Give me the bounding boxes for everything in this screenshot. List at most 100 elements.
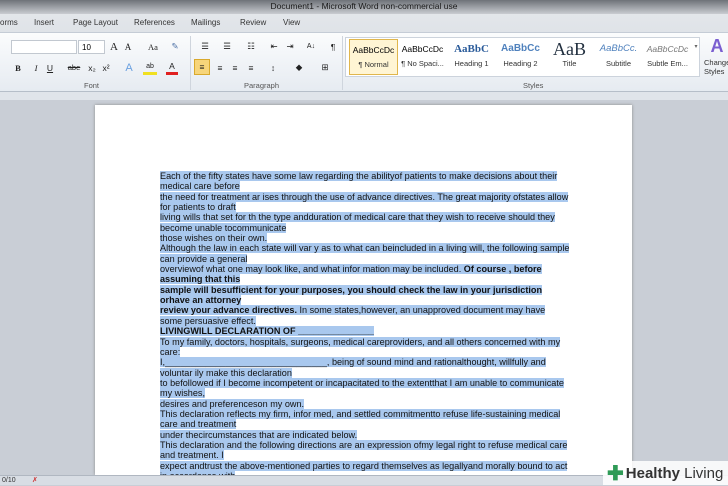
document-line[interactable]: become unable tocommunicate [160,222,580,233]
change-case-button[interactable]: Aa [144,39,162,54]
style-no-spacing[interactable]: AaBbCcDc ¶ No Spaci... [398,39,447,75]
tab-page-layout[interactable]: Page Layout [73,14,118,27]
grow-font-button[interactable]: A [108,39,120,54]
style-heading-1[interactable]: AaBbC Heading 1 [447,39,496,75]
text-run: some persuasive effect. [160,315,256,326]
document-line[interactable]: medical care before [160,181,580,192]
document-line[interactable]: This declaration and the following direc… [160,439,580,450]
document-line[interactable]: can provide a general [160,253,580,264]
text-run: sample will besufficient for your purpos… [160,284,543,295]
multilevel-list-icon[interactable]: ☷ [244,39,258,54]
document-line[interactable]: overviewof what one may look like, and w… [160,264,580,275]
document-line[interactable]: and treatment. I [160,450,580,461]
document-line[interactable]: under thecircumstances that are indicate… [160,429,580,440]
document-line[interactable]: the need for treatment ar ises through t… [160,191,580,202]
document-line[interactable]: Although the law in each state will var … [160,243,580,254]
text-run: LIVINGWILL DECLARATION OF ______________… [160,326,374,337]
text-run: Each of the fifty states have some law r… [160,171,558,181]
style-title[interactable]: AaB Title [545,39,594,75]
font-size-combo[interactable]: 10 [78,40,105,54]
numbering-icon[interactable]: ☰ [220,39,234,54]
text-run: those wishes on their own. [160,233,268,244]
tab-forms[interactable]: orms [0,14,18,27]
tab-view[interactable]: View [283,14,300,27]
superscript-button[interactable]: x² [100,60,112,75]
style-heading-2[interactable]: AaBbCc Heading 2 [496,39,545,75]
text-effects-button[interactable]: A [122,60,136,75]
show-marks-button[interactable]: ¶ [327,39,339,54]
text-run: Of course , before [463,264,542,275]
tab-insert[interactable]: Insert [34,14,54,27]
align-center-icon[interactable]: ≡ [213,60,227,75]
text-run: review your advance directives. [160,305,297,316]
text-run: desires and preferenceson my own. [160,398,305,409]
document-line[interactable]: my wishes, [160,388,580,399]
text-run: under thecircumstances that are indicate… [160,429,358,440]
text-run: In some states,however, an unapproved do… [296,305,546,316]
font-name-combo[interactable] [11,40,77,54]
sort-button[interactable]: A↓ [305,39,317,54]
underline-button[interactable]: U [44,60,56,75]
line-spacing-icon[interactable]: ↕ [266,60,280,75]
document-line[interactable]: I,________________________________, bein… [160,357,580,368]
ruler-area [0,92,728,100]
bold-button[interactable]: B [12,60,24,75]
text-run: living wills that set for th the type an… [160,212,555,223]
document-line[interactable]: desires and preferenceson my own. [160,398,580,409]
document-line[interactable]: LIVINGWILL DECLARATION OF ______________… [160,326,580,337]
font-color-button[interactable]: A [166,60,178,75]
document-line[interactable]: care and treatment [160,419,580,430]
text-run: overviewof what one may look like, and w… [160,264,464,275]
document-line[interactable]: to befollowed if I become incompetent or… [160,377,580,388]
text-run: my wishes, [160,388,205,399]
shading-icon[interactable]: ◆ [292,60,306,75]
change-styles-icon[interactable]: A [706,36,728,56]
styles-group-label: Styles [523,81,544,90]
document-body[interactable]: Each of the fifty states have some law r… [160,171,580,481]
clear-formatting-icon[interactable]: ✎ [168,39,182,54]
change-styles-button[interactable]: Change Styles [704,58,728,76]
document-line[interactable]: Each of the fifty states have some law r… [160,171,580,181]
tab-review[interactable]: Review [240,14,266,27]
document-line[interactable]: sample will besufficient for your purpos… [160,284,580,295]
tab-mailings[interactable]: Mailings [191,14,220,27]
document-line[interactable]: assuming that this [160,274,580,285]
style-normal[interactable]: AaBbCcDc ¶ Normal [349,39,398,75]
document-line[interactable]: review your advance directives. In some … [160,305,580,316]
styles-more-icon[interactable]: ▾ [692,39,700,54]
strikethrough-button[interactable]: abe [66,60,82,75]
document-line[interactable]: living wills that set for th the type an… [160,212,580,223]
subscript-button[interactable]: x₂ [86,60,98,75]
document-line[interactable]: This declaration reflects my firm, infor… [160,408,580,419]
document-line[interactable]: some persuasive effect. [160,315,580,326]
increase-indent-icon[interactable]: ⇥ [284,39,296,54]
align-left-icon[interactable]: ≡ [194,59,210,75]
decrease-indent-icon[interactable]: ⇤ [268,39,280,54]
bullets-icon[interactable]: ☰ [198,39,212,54]
document-line[interactable]: for patients to draft [160,202,580,213]
healthy-living-watermark: ✚ Healthy Living [603,461,728,485]
document-line[interactable]: voluntar ily make this declaration [160,367,580,378]
text-run: become unable tocommunicate [160,222,287,233]
document-line[interactable]: those wishes on their own. [160,233,580,244]
tab-references[interactable]: References [134,14,175,27]
shrink-font-button[interactable]: A [122,39,134,54]
proofing-error-icon[interactable]: ✗ [32,476,38,484]
style-subtle-emphasis[interactable]: AaBbCcDc Subtle Em... [643,39,692,75]
text-run: to befollowed if I become incompetent or… [160,377,564,388]
document-line[interactable]: expect andtrust the above-mentioned part… [160,460,580,471]
document-line[interactable]: care: [160,346,580,357]
align-right-icon[interactable]: ≡ [228,60,242,75]
borders-icon[interactable]: ⊞ [318,60,332,75]
document-line[interactable]: orhave an attorney [160,295,580,306]
highlight-button[interactable]: ab [143,60,157,75]
text-run: can provide a general [160,253,248,264]
page-count[interactable]: 0/10 [2,477,16,484]
paragraph-group-label: Paragraph [244,81,280,90]
style-subtitle[interactable]: AaBbCc. Subtitle [594,39,643,75]
plus-leaf-icon: ✚ [607,462,624,485]
italic-button[interactable]: I [30,60,42,75]
document-line[interactable]: To my family, doctors, hospitals, surgeo… [160,336,580,347]
watermark-text: Healthy Living [625,464,724,482]
justify-icon[interactable]: ≡ [244,60,258,75]
